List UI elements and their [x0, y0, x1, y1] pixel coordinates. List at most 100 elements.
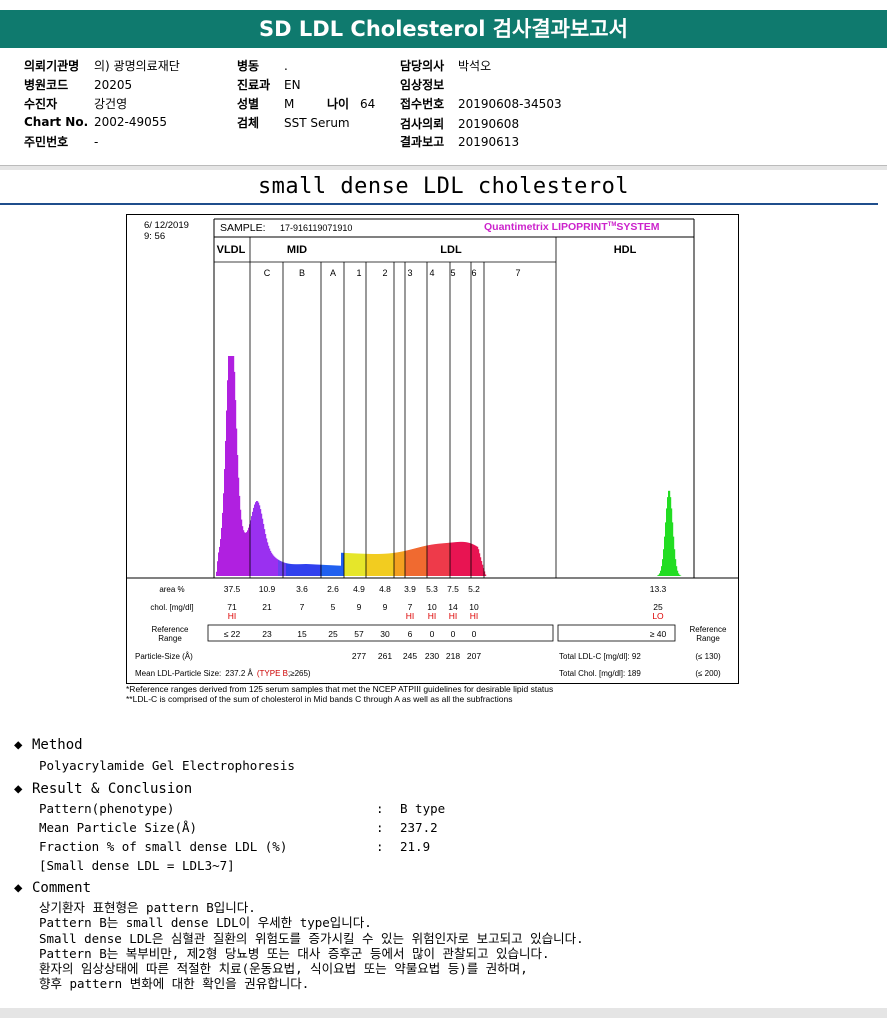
- chol-value: 9: [383, 602, 388, 612]
- sample-id: 17-916119071910: [280, 223, 352, 233]
- curve-slice: [485, 574, 487, 576]
- group-hdl: HDL: [614, 244, 637, 256]
- area-value: 13.3: [650, 584, 667, 594]
- reference-value: 25: [328, 629, 338, 639]
- patient-label: 수진자: [24, 97, 58, 111]
- particle-size-value: 261: [378, 651, 392, 661]
- result-colon-fraction: :: [376, 839, 384, 854]
- flag-value: LO: [652, 611, 664, 621]
- institution-value: 의) 광명의료재단: [94, 59, 180, 73]
- doctor-label: 담당의사: [400, 59, 445, 73]
- specimen-label: 검체: [237, 116, 260, 130]
- institution-label: 의뢰기관명: [24, 59, 80, 73]
- area-value: 5.3: [426, 584, 438, 594]
- dept-value: EN: [284, 78, 301, 92]
- area-value: 5.2: [468, 584, 480, 594]
- particle-size-value: 207: [467, 651, 481, 661]
- flag-value: HI: [406, 611, 415, 621]
- note-1: *Reference ranges derived from 125 serum…: [126, 684, 554, 694]
- curve-slice: [680, 575, 682, 576]
- note-2: **LDL-C is comprised of the sum of chole…: [126, 694, 513, 704]
- ref-label-right-2: Range: [696, 634, 720, 643]
- comment-heading: ◆ Comment: [14, 880, 92, 896]
- reference-value: 0: [430, 629, 435, 639]
- total-chol: Total Chol. [mg/dl]: 189: [559, 669, 641, 678]
- diamond-icon: ◆: [14, 781, 23, 797]
- band-label-1: 1: [356, 268, 361, 278]
- method-heading: ◆ Method: [14, 737, 83, 753]
- area-value: 3.9: [404, 584, 416, 594]
- group-vldl: VLDL: [217, 244, 246, 256]
- receipt-label: 접수번호: [400, 97, 445, 111]
- chol-value: 5: [331, 602, 336, 612]
- flag-value: HI: [470, 611, 479, 621]
- band-label-b: B: [299, 268, 305, 278]
- ward-label: 병동: [237, 59, 260, 73]
- band-label-7: 7: [515, 268, 520, 278]
- request-label: 검사의뢰: [400, 117, 445, 131]
- group-ldl: LDL: [440, 244, 462, 256]
- patient-info: 의뢰기관명 의) 광명의료재단 병원코드 20205 수진자 강건영 Chart No…: [0, 52, 887, 166]
- row-label-ref-1: Reference: [152, 625, 189, 634]
- reference-value: 57: [354, 629, 364, 639]
- report-date-label: 결과보고: [400, 135, 445, 149]
- comment-line: Pattern B는 복부비만, 제2형 당뇨병 또는 대사 증후군 등에서 많…: [39, 945, 550, 961]
- band-label-5: 5: [450, 268, 455, 278]
- total-chol-ref: (≤ 200): [695, 669, 721, 678]
- ward-value: .: [284, 59, 288, 73]
- reference-value: 0: [451, 629, 456, 639]
- reference-value: 0: [472, 629, 477, 639]
- area-value: 4.8: [379, 584, 391, 594]
- chol-value: 9: [357, 602, 362, 612]
- sex-value: M: [284, 97, 295, 111]
- area-value: 10.9: [259, 584, 276, 594]
- comment-line: Small dense LDL은 심혈관 질환의 위험도를 증가시킬 수 있는 …: [39, 930, 584, 946]
- separator: [0, 166, 887, 170]
- report-title: SD LDL Cholesterol 검사결과보고서: [0, 10, 887, 48]
- age-value: 64: [360, 97, 376, 111]
- resident-no-label: 주민번호: [24, 135, 69, 149]
- reference-value: 6: [408, 629, 413, 639]
- result-value-fraction: 21.9: [400, 839, 431, 854]
- dept-label: 진료과: [237, 78, 271, 92]
- patient-value: 강건영: [94, 97, 128, 111]
- flag-value: HI: [428, 611, 437, 621]
- band-label-4: 4: [429, 268, 434, 278]
- resident-no-value: -: [94, 135, 99, 149]
- band-label-c: C: [264, 268, 271, 278]
- area-value: 2.6: [327, 584, 339, 594]
- total-ldl: Total LDL-C [mg/dl]: 92: [559, 652, 641, 661]
- footer-bar: [0, 1008, 887, 1018]
- reference-value: 15: [297, 629, 307, 639]
- chart-date: 6/ 12/2019: [144, 220, 189, 231]
- chol-value: 7: [300, 602, 305, 612]
- section-title: small dense LDL cholesterol: [257, 174, 630, 199]
- diamond-icon: ◆: [14, 880, 23, 896]
- particle-size-value: 230: [425, 651, 439, 661]
- diamond-icon: ◆: [14, 737, 23, 753]
- result-label-fraction: Fraction % of small dense LDL (%): [39, 839, 288, 854]
- band-label-6: 6: [471, 268, 476, 278]
- hospital-code-label: 병원코드: [24, 78, 69, 92]
- hospital-code-value: 20205: [94, 78, 133, 92]
- row-label-ref-2: Range: [158, 634, 182, 643]
- clinical-label: 임상정보: [400, 78, 445, 92]
- row-label-area: area %: [159, 585, 184, 594]
- band-label-a: A: [330, 268, 336, 278]
- result-label-pattern: Pattern(phenotype): [39, 801, 175, 816]
- title-underline: [0, 203, 878, 205]
- specimen-value: SST Serum: [284, 116, 350, 130]
- reference-value: 23: [262, 629, 272, 639]
- result-heading: ◆ Result & Conclusion: [14, 781, 193, 797]
- area-value: 3.6: [296, 584, 308, 594]
- request-value: 20190608: [458, 117, 520, 131]
- chol-value: 21: [262, 602, 272, 612]
- area-value: 37.5: [224, 584, 241, 594]
- receipt-value: 20190608-34503: [458, 97, 562, 111]
- chart-no-label: Chart No.: [24, 115, 89, 129]
- system-name: Quantimetrix LIPOPRINTTMSYSTEM: [484, 221, 660, 233]
- result-colon-pattern: :: [376, 801, 384, 816]
- comment-line: 환자의 임상상태에 따른 적절한 치료(운동요법, 식이요법 또는 약물요법 등…: [39, 961, 528, 977]
- ref-label-right-1: Reference: [690, 625, 727, 634]
- sample-label: SAMPLE:: [220, 222, 266, 234]
